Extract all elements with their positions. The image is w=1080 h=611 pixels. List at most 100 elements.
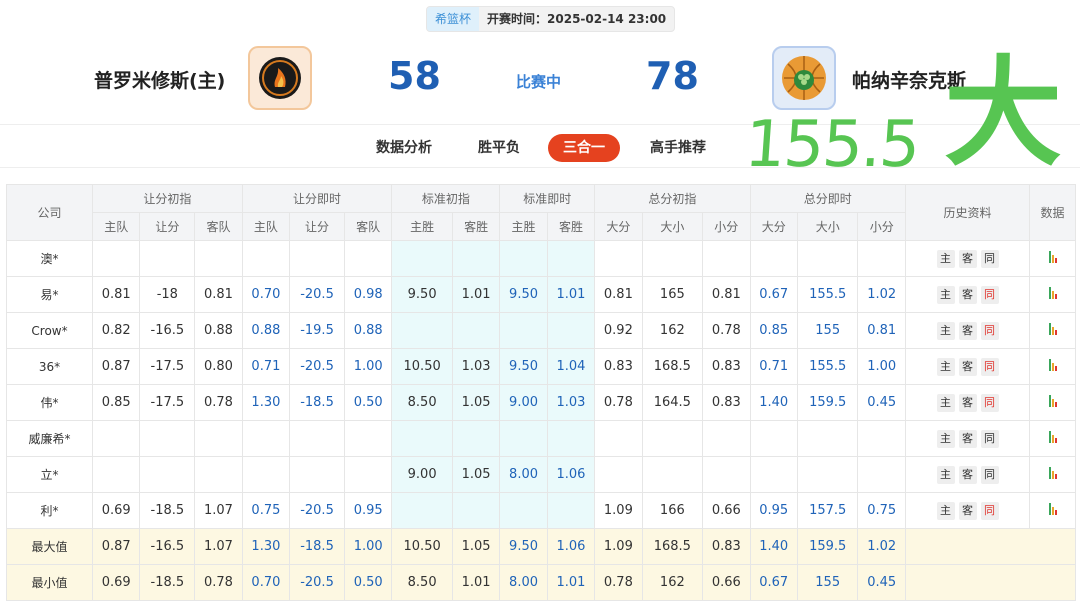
tab-expert-picks[interactable]: 高手推荐 <box>650 134 706 162</box>
odds-cell: 1.03 <box>546 384 596 421</box>
odds-cell: 155.5 <box>796 348 859 385</box>
history-home-button[interactable]: 主 <box>936 321 955 340</box>
company-name: 威廉希* <box>6 420 93 457</box>
history-same-button[interactable]: 同 <box>980 465 999 484</box>
table-row[interactable]: 立* 9.00 1.05 8.00 1.06 主客同 <box>6 456 1076 493</box>
home-team-logo[interactable] <box>248 46 312 110</box>
odds-cell <box>702 456 751 493</box>
history-home-button[interactable]: 主 <box>936 249 955 268</box>
table-row[interactable]: 易* 0.81 -18 0.81 0.70 -20.5 0.98 9.50 1.01 9.50 1.… <box>6 276 1076 313</box>
odds-cell: 0.80 <box>194 348 243 385</box>
history-away-button[interactable]: 客 <box>958 321 977 340</box>
odds-cell <box>391 492 453 529</box>
odds-cell <box>241 240 291 277</box>
table-row[interactable]: 威廉希* 主客同 <box>6 420 1076 457</box>
bar-chart-icon[interactable] <box>1048 286 1057 299</box>
history-home-button[interactable]: 主 <box>936 357 955 376</box>
odds-cell: 0.71 <box>749 348 798 385</box>
history-away-button[interactable]: 客 <box>958 285 977 304</box>
history-away-button[interactable]: 客 <box>958 465 977 484</box>
odds-cell: 0.82 <box>91 312 141 349</box>
odds-cell: 0.98 <box>343 276 393 313</box>
sub-header: 客胜 <box>451 212 501 241</box>
odds-cell <box>546 240 596 277</box>
history-same-button[interactable]: 同 <box>980 429 999 448</box>
odds-cell: 0.67 <box>749 564 798 601</box>
odds-cell: -20.5 <box>289 348 345 385</box>
odds-cell: 0.67 <box>749 276 798 313</box>
bar-chart-icon[interactable] <box>1048 358 1057 371</box>
odds-cell <box>749 240 798 277</box>
odds-cell: 0.45 <box>857 564 906 601</box>
odds-cell <box>241 420 291 457</box>
col-group-standard-open: 标准初指 <box>391 184 501 213</box>
table-row[interactable]: Crow* 0.82 -16.5 0.88 0.88 -19.5 0.88 0.92 162 0.… <box>6 312 1076 349</box>
league-badge[interactable]: 希篮杯 <box>427 7 480 31</box>
odds-cell <box>391 312 453 349</box>
odds-cell: 1.07 <box>194 492 243 529</box>
data-cell <box>1029 384 1076 421</box>
sub-header: 大分 <box>594 212 643 241</box>
history-home-button[interactable]: 主 <box>936 393 955 412</box>
odds-cell: 155.5 <box>796 276 859 313</box>
odds-cell <box>391 420 453 457</box>
prometheus-logo-icon <box>259 57 301 99</box>
history-home-button[interactable]: 主 <box>936 429 955 448</box>
history-same-button[interactable]: 同 <box>980 393 999 412</box>
tab-three-in-one[interactable]: 三合一 <box>548 134 620 162</box>
data-cell <box>1029 492 1076 529</box>
odds-cell <box>749 420 798 457</box>
sub-header: 主队 <box>91 212 141 241</box>
odds-cell <box>289 420 345 457</box>
odds-cell: -20.5 <box>289 276 345 313</box>
table-row[interactable]: 伟* 0.85 -17.5 0.78 1.30 -18.5 0.50 8.50 1.05 9.00… <box>6 384 1076 421</box>
odds-cell <box>451 492 501 529</box>
odds-cell <box>546 492 596 529</box>
table-row[interactable]: 利* 0.69 -18.5 1.07 0.75 -20.5 0.95 1.09 166 0.66 0… <box>6 492 1076 529</box>
home-team-name[interactable]: 普罗米修斯(主) <box>94 66 225 93</box>
table-row[interactable]: 澳* 主客同 <box>6 240 1076 277</box>
history-away-button[interactable]: 客 <box>958 357 977 376</box>
company-name: 立* <box>6 456 93 493</box>
odds-cell <box>857 456 906 493</box>
tab-win-draw-loss[interactable]: 胜平负 <box>478 134 520 162</box>
history-home-button[interactable]: 主 <box>936 285 955 304</box>
history-cell: 主客同 <box>905 384 1030 421</box>
history-cell: 主客同 <box>905 456 1030 493</box>
history-same-button[interactable]: 同 <box>980 249 999 268</box>
table-row[interactable]: 36* 0.87 -17.5 0.80 0.71 -20.5 1.00 10.50 1.03 9.… <box>6 348 1076 385</box>
bar-chart-icon[interactable] <box>1048 250 1057 263</box>
summary-row: 最大值 0.87 -16.5 1.07 1.30 -18.5 1.00 10.50 1.05 9.… <box>6 528 1076 565</box>
company-name: Crow* <box>6 312 93 349</box>
bar-chart-icon[interactable] <box>1048 466 1057 479</box>
history-same-button[interactable]: 同 <box>980 357 999 376</box>
history-same-button[interactable]: 同 <box>980 501 999 520</box>
odds-cell: 0.83 <box>594 348 643 385</box>
bar-chart-icon[interactable] <box>1048 394 1057 407</box>
history-same-button[interactable]: 同 <box>980 285 999 304</box>
odds-cell: 1.00 <box>343 528 393 565</box>
away-team-logo[interactable] <box>772 46 836 110</box>
history-same-button[interactable]: 同 <box>980 321 999 340</box>
odds-cell: 0.66 <box>702 492 751 529</box>
tab-data-analysis[interactable]: 数据分析 <box>376 134 432 162</box>
history-home-button[interactable]: 主 <box>936 465 955 484</box>
history-away-button[interactable]: 客 <box>958 249 977 268</box>
history-away-button[interactable]: 客 <box>958 393 977 412</box>
match-status: 比赛中 <box>516 73 562 91</box>
odds-cell: -20.5 <box>289 564 345 601</box>
history-away-button[interactable]: 客 <box>958 501 977 520</box>
data-cell <box>1029 276 1076 313</box>
odds-cell: 0.70 <box>241 564 291 601</box>
bar-chart-icon[interactable] <box>1048 322 1057 335</box>
bar-chart-icon[interactable] <box>1048 430 1057 443</box>
odds-cell: 10.50 <box>391 528 453 565</box>
history-home-button[interactable]: 主 <box>936 501 955 520</box>
history-away-button[interactable]: 客 <box>958 429 977 448</box>
history-cell: 主客同 <box>905 492 1030 529</box>
odds-cell: 0.78 <box>594 384 643 421</box>
odds-cell: 159.5 <box>796 384 859 421</box>
panathinaikos-logo-icon <box>782 56 826 100</box>
bar-chart-icon[interactable] <box>1048 502 1057 515</box>
odds-cell <box>194 240 243 277</box>
